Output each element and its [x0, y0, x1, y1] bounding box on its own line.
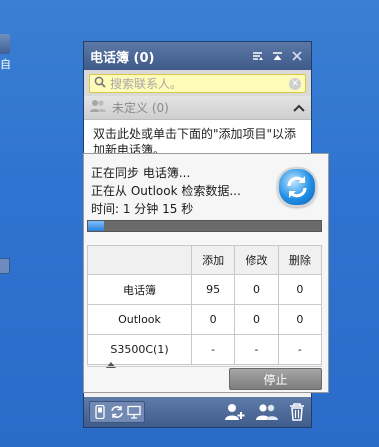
table-header-row: 添加 修改 删除: [87, 245, 323, 275]
phonebook-toolbar: [84, 397, 311, 427]
divider: [87, 366, 322, 367]
computer-icon[interactable]: [127, 405, 141, 419]
collapse-icon[interactable]: [269, 48, 285, 64]
sync-stats-table: 添加 修改 删除 电话簿 95 0 0 Outlook 0 0 0 S3500C…: [87, 245, 323, 365]
cell-added: 95: [190, 274, 236, 305]
sort-icon[interactable]: [249, 48, 265, 64]
sync-refresh-icon: [277, 167, 317, 207]
group-label: 未定义 (0): [112, 101, 169, 115]
table-row: Outlook 0 0 0: [87, 304, 323, 335]
desktop-shortcut-icon-2[interactable]: [0, 258, 10, 274]
add-group-icon[interactable]: [256, 404, 278, 420]
cell-modified: 0: [234, 304, 279, 335]
sync-status-line-3: 时间: 1 分钟 15 秒: [91, 202, 194, 216]
sync-progress-bar: [87, 220, 322, 232]
expand-details-icon[interactable]: [106, 362, 116, 368]
close-icon[interactable]: [289, 48, 305, 64]
search-icon: [94, 76, 106, 91]
group-header[interactable]: 未定义 (0): [84, 96, 311, 120]
desktop-shortcut-icon[interactable]: [0, 34, 10, 54]
table-row: S3500C(1) - - -: [87, 334, 323, 365]
column-header-add: 添加: [190, 245, 236, 275]
column-header-source: [87, 245, 192, 275]
row-source: Outlook: [87, 304, 192, 335]
column-header-modify: 修改: [234, 245, 279, 275]
search-input[interactable]: [106, 76, 289, 91]
cell-deleted: 0: [277, 274, 323, 305]
row-source: S3500C(1): [87, 334, 192, 365]
cell-modified: -: [234, 334, 279, 365]
sync-dialog: 正在同步 电话簿... 正在从 Outlook 检索数据... 时间: 1 分钟…: [83, 153, 329, 393]
add-contact-icon[interactable]: [224, 404, 246, 420]
contacts-group-icon: [90, 99, 106, 116]
search-box: ✕: [89, 74, 306, 93]
cell-added: -: [190, 334, 236, 365]
phone-icon[interactable]: [93, 405, 107, 419]
sync-icon[interactable]: [110, 405, 124, 419]
phonebook-title: 电话簿 (0): [90, 50, 155, 66]
sync-status-text: 正在同步 电话簿... 正在从 Outlook 检索数据... 时间: 1 分钟…: [91, 164, 241, 218]
sync-status-line-1: 正在同步 电话簿...: [91, 166, 191, 180]
cell-modified: 0: [234, 274, 279, 305]
cell-deleted: 0: [277, 304, 323, 335]
search-bar: ✕: [84, 70, 311, 96]
phonebook-title-bar: 电话簿 (0): [84, 42, 311, 70]
column-header-delete: 删除: [277, 245, 323, 275]
clear-search-icon[interactable]: ✕: [289, 77, 301, 90]
stop-button[interactable]: 停止: [229, 368, 322, 390]
view-toggle-group: [89, 401, 145, 423]
desktop-shortcut-label: 自: [0, 58, 11, 71]
chevron-up-icon[interactable]: [293, 101, 305, 115]
cell-added: 0: [190, 304, 236, 335]
sync-progress-fill: [88, 221, 105, 231]
trash-icon[interactable]: [288, 403, 306, 421]
sync-status-line-2: 正在从 Outlook 检索数据...: [91, 184, 241, 198]
table-row: 电话簿 95 0 0: [87, 274, 323, 305]
row-source: 电话簿: [87, 274, 192, 305]
cell-deleted: -: [277, 334, 323, 365]
